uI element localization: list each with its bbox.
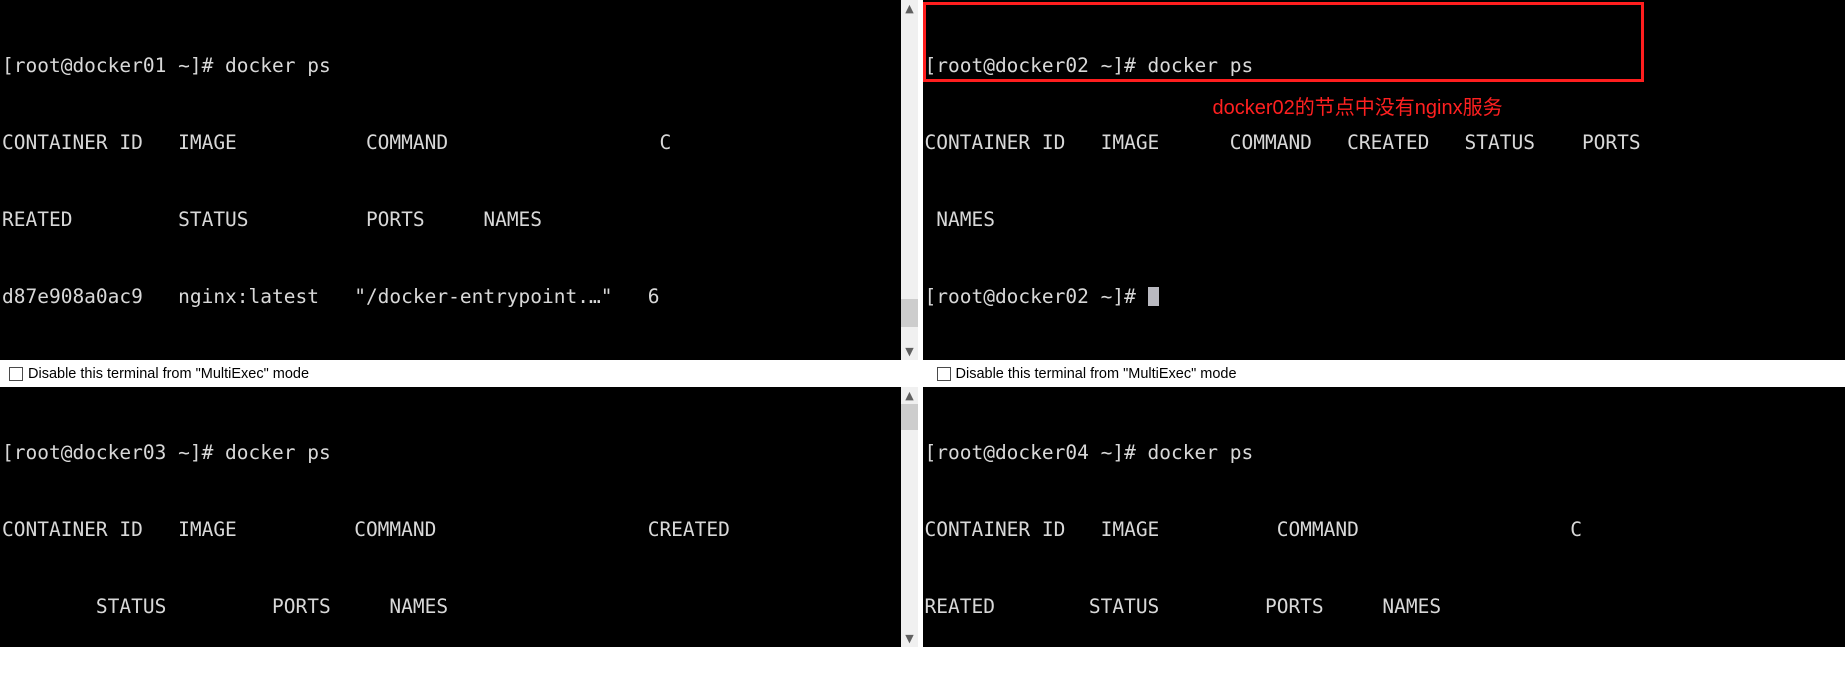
terminal-line: d87e908a0ac9 nginx:latest "/docker-entry… bbox=[2, 284, 660, 308]
terminal-line: STATUS PORTS NAMES bbox=[2, 594, 449, 618]
prompt-text: [root@docker02 ~]# bbox=[924, 284, 1148, 308]
disable-multiexec-label-right: Disable this terminal from "MultiExec" m… bbox=[955, 365, 1237, 382]
scroll-down-icon[interactable]: ▼ bbox=[901, 630, 918, 647]
scrollbar-track[interactable] bbox=[901, 404, 918, 630]
scroll-up-icon[interactable]: ▲ bbox=[901, 387, 918, 404]
annotation-text: docker02的节点中没有nginx服务 bbox=[1212, 97, 1503, 119]
terminal-output-docker04[interactable]: [root@docker04 ~]# docker ps CONTAINER I… bbox=[922, 387, 1845, 647]
terminal-panel-docker02[interactable]: [root@docker02 ~]# docker ps CONTAINER I… bbox=[922, 0, 1845, 360]
disable-multiexec-checkbox-left[interactable] bbox=[9, 366, 23, 381]
terminal-row-bottom: [root@docker03 ~]# docker ps CONTAINER I… bbox=[0, 387, 1845, 647]
terminal-cursor bbox=[1147, 286, 1159, 306]
terminal-row-top: [root@docker01 ~]# docker ps CONTAINER I… bbox=[0, 0, 1845, 360]
terminal-output-docker03[interactable]: [root@docker03 ~]# docker ps CONTAINER I… bbox=[0, 387, 901, 647]
terminal-line: CONTAINER ID IMAGE COMMAND CREATED bbox=[2, 517, 730, 541]
disable-multiexec-label-left: Disable this terminal from "MultiExec" m… bbox=[28, 365, 310, 382]
scrollbar-docker03[interactable]: ▲ ▼ bbox=[900, 387, 918, 647]
terminal-line: CONTAINER ID IMAGE COMMAND CREATED STATU… bbox=[924, 130, 1641, 154]
terminal-output-docker02[interactable]: [root@docker02 ~]# docker ps CONTAINER I… bbox=[922, 0, 1845, 360]
terminal-panel-docker03[interactable]: [root@docker03 ~]# docker ps CONTAINER I… bbox=[0, 387, 923, 647]
terminal-line: [root@docker01 ~]# docker ps bbox=[2, 54, 331, 78]
multiexec-terminal-grid: [root@docker01 ~]# docker ps CONTAINER I… bbox=[0, 0, 1845, 677]
terminal-line: CONTAINER ID IMAGE COMMAND C bbox=[2, 130, 672, 154]
terminal-prompt-line: [root@docker02 ~]# bbox=[925, 284, 1845, 310]
terminal-line: [root@docker04 ~]# docker ps bbox=[924, 441, 1254, 465]
disable-multiexec-checkbox-right[interactable] bbox=[936, 366, 951, 381]
terminal-panel-docker01[interactable]: [root@docker01 ~]# docker ps CONTAINER I… bbox=[0, 0, 923, 360]
terminal-line: REATED STATUS PORTS NAMES bbox=[2, 207, 543, 231]
scrollbar-thumb[interactable] bbox=[901, 299, 918, 327]
terminal-line: CONTAINER ID IMAGE COMMAND C bbox=[924, 517, 1582, 541]
terminal-line: [root@docker02 ~]# docker ps bbox=[924, 54, 1254, 78]
terminal-output-docker01[interactable]: [root@docker01 ~]# docker ps CONTAINER I… bbox=[0, 0, 901, 360]
terminal-line: [root@docker03 ~]# docker ps bbox=[2, 441, 331, 465]
scrollbar-docker01[interactable]: ▲ ▼ bbox=[900, 0, 918, 360]
disable-multiexec-row-left[interactable]: Disable this terminal from "MultiExec" m… bbox=[0, 360, 923, 387]
scrollbar-thumb[interactable] bbox=[901, 404, 918, 430]
scroll-up-icon[interactable]: ▲ bbox=[901, 0, 918, 17]
disable-multiexec-row-right[interactable]: Disable this terminal from "MultiExec" m… bbox=[922, 360, 1845, 387]
terminal-line: REATED STATUS PORTS NAMES bbox=[924, 594, 1442, 618]
terminal-line: NAMES bbox=[924, 207, 995, 231]
scroll-down-icon[interactable]: ▼ bbox=[901, 343, 918, 360]
scrollbar-track[interactable] bbox=[901, 17, 918, 343]
multiexec-checkbox-row: Disable this terminal from "MultiExec" m… bbox=[0, 360, 1845, 387]
terminal-panel-docker04[interactable]: [root@docker04 ~]# docker ps CONTAINER I… bbox=[922, 387, 1845, 647]
